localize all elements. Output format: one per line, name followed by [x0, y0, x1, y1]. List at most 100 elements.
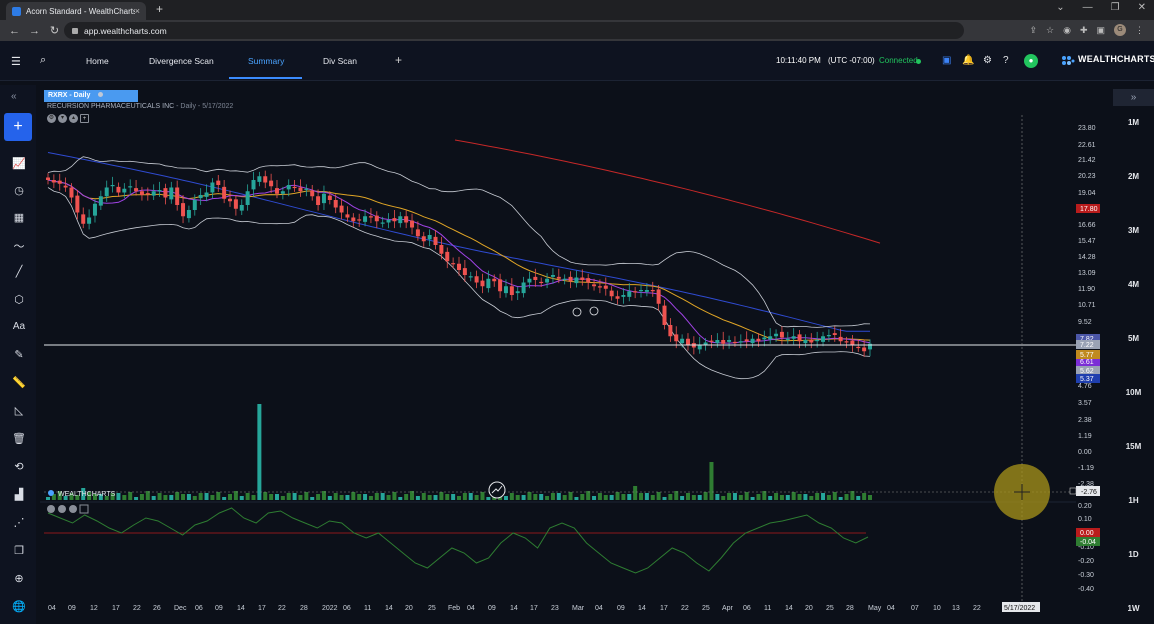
tab-search-icon[interactable]: ⌄ [1056, 2, 1064, 13]
globe-icon[interactable]: 🌐 [12, 600, 26, 613]
osc-control-icon[interactable] [47, 505, 55, 513]
profile-avatar[interactable]: G [1114, 24, 1126, 36]
sma-long-line [47, 152, 870, 332]
timeframe-1m[interactable]: 1M [1113, 118, 1154, 127]
puzzle-icon[interactable]: ✚ [1080, 25, 1088, 36]
address-bar[interactable]: app.wealthcharts.com [64, 22, 964, 39]
refresh-icon[interactable]: ⟲ [12, 460, 26, 473]
tab-div-scan[interactable]: Div Scan [323, 56, 357, 66]
gear-icon[interactable]: ⚙ [983, 55, 992, 66]
candle-body [122, 188, 127, 193]
ruler-icon[interactable]: 📏 [12, 376, 26, 389]
volume-bar [791, 492, 796, 500]
date-axis-label: 14 [237, 605, 245, 612]
date-axis-label: 26 [153, 605, 161, 612]
price-axis-label: 3.57 [1078, 400, 1092, 407]
trend-icon[interactable]: 〜 [12, 238, 26, 254]
dropdown-icon[interactable]: ▾ [58, 114, 67, 123]
shapes-icon[interactable]: ⬡ [12, 293, 26, 306]
lightbulb-icon[interactable]: ● [1024, 54, 1038, 68]
candle-body [316, 196, 321, 205]
search-icon[interactable]: ⌕ [40, 54, 46, 67]
timeframe-5m[interactable]: 5M [1113, 334, 1154, 343]
hamburger-menu-icon[interactable]: ☰ [11, 55, 21, 68]
bell-icon[interactable]: 🔔 [962, 55, 974, 66]
trash-icon[interactable]: 🗑 [12, 432, 26, 445]
help-icon[interactable]: ? [1003, 55, 1009, 66]
reload-icon[interactable]: ↻ [49, 24, 60, 37]
candle-body [204, 192, 209, 197]
chart-canvas[interactable]: WEALTHCHARTS 23.80 22.61 21.42 20.23 19.04 16.… [40, 85, 1110, 624]
move-icon[interactable]: ▴ [69, 114, 78, 123]
volume-bar [779, 495, 784, 500]
volume-bar [169, 495, 174, 500]
settings-icon[interactable]: ⚙ [47, 114, 56, 123]
bookmark-star-icon[interactable]: ☆ [1046, 25, 1054, 36]
minimize-icon[interactable]: — [1083, 2, 1093, 13]
collapse-right-icon[interactable]: » [1113, 89, 1154, 106]
new-tab-button[interactable]: + [156, 2, 163, 16]
candle-body [539, 281, 544, 284]
text-tool-icon[interactable]: Aa [12, 321, 26, 332]
layers-icon[interactable]: ❐ [12, 544, 26, 557]
tab-summary[interactable]: Summary [248, 56, 284, 66]
crosshair-add-icon[interactable] [1069, 487, 1077, 495]
browser-tab[interactable]: Acorn Standard - WealthCharts × [6, 2, 146, 20]
volume-bar [474, 495, 479, 500]
timeframe-1d[interactable]: 1D [1113, 550, 1154, 559]
candle-body [627, 291, 632, 297]
timeframe-1h[interactable]: 1H [1113, 496, 1154, 505]
timeframe-10m[interactable]: 10M [1113, 388, 1154, 397]
restore-icon[interactable]: ❐ [1111, 2, 1120, 13]
candle-body [63, 185, 68, 188]
chart-type-icon[interactable]: ▟ [12, 488, 26, 501]
tab-divergence-scan[interactable]: Divergence Scan [149, 56, 214, 66]
timezone[interactable]: (UTC -07:00) [828, 56, 875, 65]
measure-icon[interactable]: ◺ [12, 404, 26, 417]
timeframe-4m[interactable]: 4M [1113, 280, 1154, 289]
tab-home[interactable]: Home [86, 56, 109, 66]
share-icon[interactable]: ⇪ [1029, 25, 1037, 36]
crosshair-icon[interactable]: ⊕ [12, 572, 26, 585]
price-axis-label: 4.76 [1078, 383, 1092, 390]
extension-icon[interactable]: ◉ [1063, 25, 1071, 36]
pencil-icon[interactable]: ✎ [12, 348, 26, 361]
back-arrow-icon[interactable]: ← [9, 25, 20, 37]
price-tag-text: 5.37 [1080, 376, 1094, 383]
osc-add-icon[interactable] [79, 504, 89, 514]
price-chart[interactable]: WEALTHCHARTS 23.80 22.61 21.42 20.23 19.04 16.… [40, 85, 1110, 624]
close-window-icon[interactable]: ✕ [1138, 2, 1146, 13]
close-tab-icon[interactable]: × [135, 6, 140, 16]
sidepanel-icon[interactable]: ▣ [1096, 25, 1105, 36]
calendar-icon[interactable]: ▦ [12, 211, 26, 224]
candle-body [404, 216, 409, 223]
candle-body [333, 200, 338, 208]
add-pane-icon[interactable]: + [80, 114, 89, 123]
timeframe-2m[interactable]: 2M [1113, 172, 1154, 181]
volume-bar [462, 493, 467, 500]
timeframe-3m[interactable]: 3M [1113, 226, 1154, 235]
symbol-label[interactable]: RXRX - Daily [44, 90, 138, 102]
collapse-left-icon[interactable]: « [11, 91, 17, 102]
candle-body [69, 187, 74, 198]
candle-body [427, 235, 432, 240]
browser-menu-icon[interactable]: ⋮ [1135, 25, 1144, 36]
osc-control-icon[interactable] [69, 505, 77, 513]
candle-body [298, 187, 303, 192]
price-tag-text: 5.62 [1080, 368, 1094, 375]
osc-control-icon[interactable] [58, 505, 66, 513]
indicator-icon[interactable]: 📈 [12, 157, 26, 170]
add-tab-button[interactable]: + [395, 53, 402, 67]
timeframe-1w[interactable]: 1W [1113, 604, 1154, 613]
zigzag-icon[interactable]: ⋰ [12, 516, 26, 529]
candle-body [292, 186, 297, 189]
clock-icon[interactable]: ◷ [12, 184, 26, 197]
volume-bar [738, 495, 743, 500]
forward-arrow-icon[interactable]: → [29, 25, 40, 37]
save-icon[interactable]: ▣ [942, 55, 951, 66]
timeframe-15m[interactable]: 15M [1113, 442, 1154, 451]
add-button[interactable]: + [4, 113, 32, 141]
candle-body [274, 188, 279, 194]
price-axis-label: 9.52 [1078, 319, 1092, 326]
line-tool-icon[interactable]: ╱ [12, 265, 26, 278]
